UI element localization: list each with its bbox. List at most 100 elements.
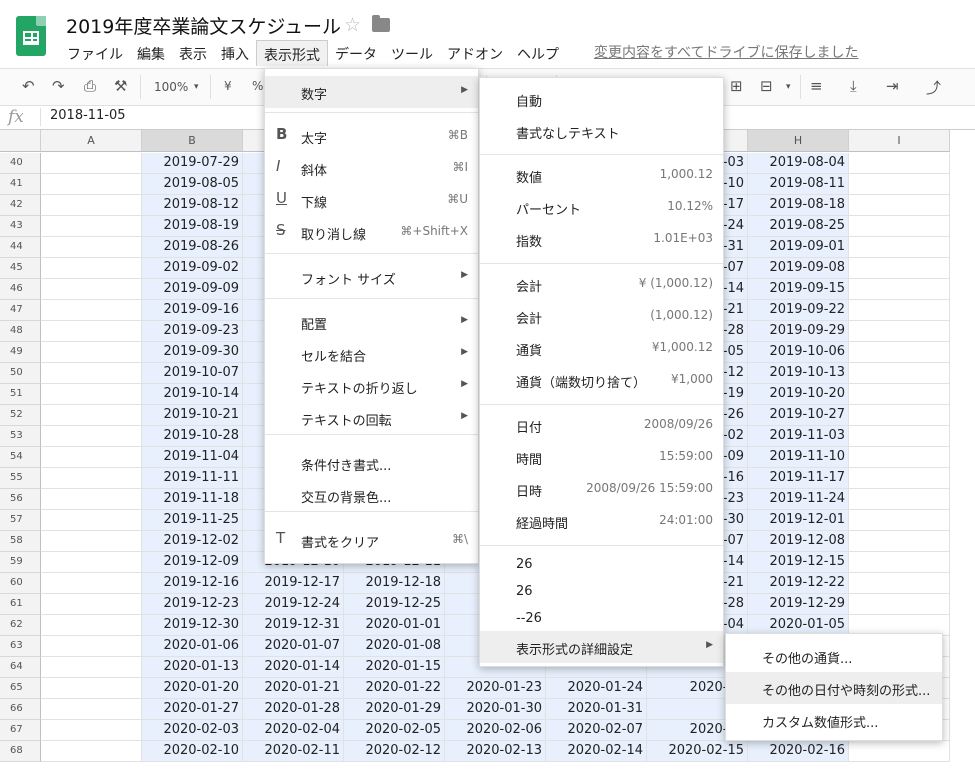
cell[interactable] xyxy=(849,174,950,195)
cell[interactable]: 2019-09-16 xyxy=(142,300,243,321)
cell[interactable]: 2019-10-20 xyxy=(748,384,849,405)
cell[interactable]: 2019-12-17 xyxy=(243,573,344,594)
cell[interactable] xyxy=(849,552,950,573)
row-header[interactable]: 47 xyxy=(0,300,41,321)
row-header[interactable]: 52 xyxy=(0,405,41,426)
paint-format-icon[interactable]: ⚒ xyxy=(114,77,127,95)
cell[interactable]: 2019-08-11 xyxy=(748,174,849,195)
cell[interactable]: 2019-09-15 xyxy=(748,279,849,300)
cell[interactable] xyxy=(41,552,142,573)
row-header[interactable]: 45 xyxy=(0,258,41,279)
row-header[interactable]: 63 xyxy=(0,636,41,657)
cell[interactable] xyxy=(849,510,950,531)
cell[interactable]: 2019-12-08 xyxy=(748,531,849,552)
row-header[interactable]: 56 xyxy=(0,489,41,510)
cell[interactable]: 2020-02-14 xyxy=(546,741,647,762)
row-header[interactable]: 42 xyxy=(0,195,41,216)
merge-cells-icon[interactable]: ⊟ xyxy=(760,77,773,95)
column-header[interactable]: A xyxy=(41,130,142,152)
cell[interactable]: 2019-11-17 xyxy=(748,468,849,489)
row-header[interactable]: 50 xyxy=(0,363,41,384)
row-header[interactable]: 54 xyxy=(0,447,41,468)
format-menu-item-bold[interactable]: B 太字 ⌘B xyxy=(265,120,478,152)
cell[interactable] xyxy=(849,237,950,258)
cell[interactable]: 2020-01-07 xyxy=(243,636,344,657)
redo-icon[interactable]: ↷ xyxy=(52,77,65,95)
format-menu-item-underline[interactable]: U 下線 ⌘U xyxy=(265,184,478,216)
row-header[interactable]: 41 xyxy=(0,174,41,195)
cell[interactable]: 2019-07-29 xyxy=(142,153,243,174)
menu-data[interactable]: データ xyxy=(328,40,384,66)
cell[interactable]: 2019-12-30 xyxy=(142,615,243,636)
cell[interactable]: 2019-12-18 xyxy=(344,573,445,594)
cell[interactable]: 2020-02-15 xyxy=(647,741,748,762)
row-header[interactable]: 44 xyxy=(0,237,41,258)
cell[interactable]: 2020-01-08 xyxy=(344,636,445,657)
format-menu-item-strikethrough[interactable]: S 取り消し線 ⌘+Shift+X xyxy=(265,216,478,248)
cell[interactable]: 2020-01-01 xyxy=(344,615,445,636)
cell[interactable]: 2020-01-22 xyxy=(344,678,445,699)
cell[interactable] xyxy=(41,216,142,237)
cell[interactable]: 2019-12-29 xyxy=(748,594,849,615)
cell[interactable] xyxy=(849,384,950,405)
cell[interactable]: 2019-08-04 xyxy=(748,153,849,174)
row-header[interactable]: 62 xyxy=(0,615,41,636)
cell[interactable] xyxy=(849,447,950,468)
cell[interactable] xyxy=(41,615,142,636)
cell[interactable] xyxy=(41,447,142,468)
row-header[interactable]: 65 xyxy=(0,678,41,699)
number-format-item[interactable]: 会計 ¥ (1,000.12) xyxy=(480,268,723,300)
cell[interactable] xyxy=(849,489,950,510)
cell[interactable] xyxy=(41,531,142,552)
format-menu-item-alternating[interactable]: 交互の背景色... xyxy=(265,479,478,511)
cell[interactable]: 2020-02-05 xyxy=(344,720,445,741)
column-header[interactable]: I xyxy=(849,130,950,152)
cell[interactable] xyxy=(41,573,142,594)
cell[interactable] xyxy=(849,531,950,552)
cell[interactable] xyxy=(849,300,950,321)
cell[interactable]: 2019-12-02 xyxy=(142,531,243,552)
custom-number-format-item[interactable]: カスタム数値形式... xyxy=(726,704,942,736)
cell[interactable]: 2020-01-29 xyxy=(344,699,445,720)
align-icon[interactable]: ≡ xyxy=(810,77,823,95)
print-icon[interactable]: ⎙ xyxy=(84,77,96,95)
document-title[interactable]: 2019年度卒業論文スケジュール xyxy=(66,12,341,39)
cell[interactable] xyxy=(41,426,142,447)
number-format-item[interactable]: 書式なしテキスト xyxy=(480,115,723,147)
cell[interactable]: 2019-10-14 xyxy=(142,384,243,405)
cell[interactable]: 2019-12-16 xyxy=(142,573,243,594)
cell[interactable] xyxy=(849,195,950,216)
number-format-item[interactable]: 日時 2008/09/26 15:59:00 xyxy=(480,473,723,505)
cell[interactable] xyxy=(849,321,950,342)
format-menu-item-clear[interactable]: T 書式をクリア ⌘\ xyxy=(265,524,478,556)
row-header[interactable]: 46 xyxy=(0,279,41,300)
number-format-item[interactable]: 経過時間 24:01:00 xyxy=(480,505,723,537)
row-header[interactable]: 61 xyxy=(0,594,41,615)
cell[interactable] xyxy=(849,258,950,279)
menu-edit[interactable]: 編集 xyxy=(130,40,172,66)
format-menu-item-wrap[interactable]: テキストの折り返し ▶ xyxy=(265,370,478,402)
cell[interactable]: 2019-11-18 xyxy=(142,489,243,510)
cell[interactable] xyxy=(41,405,142,426)
cell[interactable] xyxy=(849,594,950,615)
cell[interactable]: 2019-10-06 xyxy=(748,342,849,363)
cell[interactable]: 2019-08-18 xyxy=(748,195,849,216)
cell[interactable] xyxy=(41,279,142,300)
cell[interactable] xyxy=(41,594,142,615)
formula-input[interactable]: 2018-11-05 xyxy=(50,108,126,123)
format-menu-item-rotate[interactable]: テキストの回転 ▶ xyxy=(265,402,478,434)
cell[interactable]: 2019-09-02 xyxy=(142,258,243,279)
menu-file[interactable]: ファイル xyxy=(60,40,130,66)
chevron-down-icon[interactable]: ▾ xyxy=(194,82,199,92)
cell[interactable]: 2019-08-25 xyxy=(748,216,849,237)
cell[interactable]: 2019-09-01 xyxy=(748,237,849,258)
cell[interactable] xyxy=(849,405,950,426)
number-format-item[interactable]: 自動 xyxy=(480,83,723,115)
cell[interactable]: 2020-02-07 xyxy=(546,720,647,741)
row-header[interactable]: 68 xyxy=(0,741,41,762)
cell[interactable]: 2019-11-11 xyxy=(142,468,243,489)
cell[interactable]: 2019-08-26 xyxy=(142,237,243,258)
cell[interactable]: 2020-01-13 xyxy=(142,657,243,678)
row-header[interactable]: 66 xyxy=(0,699,41,720)
cell[interactable]: 2019-11-03 xyxy=(748,426,849,447)
